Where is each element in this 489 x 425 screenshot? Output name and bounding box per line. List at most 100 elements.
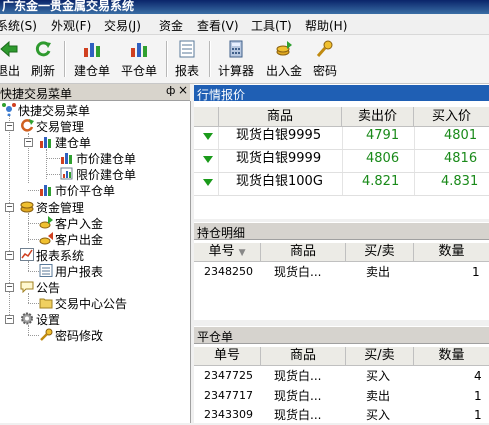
tree-line xyxy=(46,174,60,175)
tree-line xyxy=(28,190,39,191)
collapse-toggle[interactable]: − xyxy=(5,203,14,212)
collapse-toggle[interactable]: − xyxy=(24,138,33,147)
bar-chart-icon xyxy=(61,153,72,164)
column-divider xyxy=(414,127,415,195)
refresh-label: 刷新 xyxy=(30,64,55,78)
column-header-sell-price[interactable]: 卖出价 xyxy=(342,107,414,127)
report-button[interactable]: 报表 xyxy=(172,38,202,80)
tree-line xyxy=(28,335,39,336)
column-header-product[interactable]: 商品 xyxy=(261,243,346,262)
tree-line xyxy=(28,239,39,240)
key-icon xyxy=(40,328,53,341)
quick-menu-panel-title: 快捷交易菜单 xyxy=(0,87,73,101)
bar-chart-icon xyxy=(40,185,51,196)
refresh-icon xyxy=(35,41,51,57)
chart-doc-icon xyxy=(60,167,73,180)
tree-line xyxy=(28,223,39,224)
quote-buy-price: 4801 xyxy=(444,128,478,143)
down-arrow-icon xyxy=(203,133,213,140)
toolbar-separator xyxy=(64,41,66,77)
closed-order-id: 2347717 xyxy=(204,389,253,402)
tree-line xyxy=(28,293,29,303)
closed-quantity: 1 xyxy=(474,408,482,422)
coins-icon xyxy=(20,201,34,213)
row-divider xyxy=(194,195,489,196)
collapse-toggle[interactable]: − xyxy=(5,122,14,131)
closed-quantity: 4 xyxy=(474,369,482,383)
app-title: 广东金一贵金属交易系统 xyxy=(2,0,135,13)
quick-menu-panel-header: 快捷交易菜单 ф × xyxy=(0,83,190,101)
column-header-side[interactable]: 买/卖 xyxy=(346,347,414,366)
toolbar-separator xyxy=(166,41,168,77)
toolbar: 退出 刷新 建仓单 平仓单 报表 计算器 出入金 密码 xyxy=(0,35,489,84)
positions-panel-header: 持仓明细 xyxy=(194,222,489,240)
menu-help[interactable]: 帮助(H) xyxy=(305,17,347,34)
closed-order-id: 2343309 xyxy=(204,408,253,421)
tree-line xyxy=(46,158,60,159)
menu-view[interactable]: 查看(V) xyxy=(197,17,239,34)
report-label: 报表 xyxy=(174,64,199,78)
toolbar-separator xyxy=(209,41,211,77)
collapse-toggle[interactable]: − xyxy=(5,283,14,292)
closed-quantity: 1 xyxy=(474,389,482,403)
title-bar: 广东金一贵金属交易系统 xyxy=(0,0,489,14)
column-divider xyxy=(342,127,343,195)
column-header-quantity[interactable]: 数量 xyxy=(414,347,489,366)
column-header-quantity[interactable]: 数量 xyxy=(414,243,489,262)
report-icon xyxy=(179,40,195,58)
column-header-product[interactable]: 商品 xyxy=(261,347,346,366)
pin-icon[interactable]: ф xyxy=(166,84,175,97)
open-order-button[interactable]: 建仓单 xyxy=(72,38,112,80)
open-order-label: 建仓单 xyxy=(73,64,110,78)
quote-product-name: 现货白银100G xyxy=(236,174,323,189)
closed-product: 现货白... xyxy=(274,389,322,403)
closed-product: 现货白... xyxy=(274,408,322,422)
menu-tools[interactable]: 工具(T) xyxy=(251,17,292,34)
position-product: 现货白... xyxy=(274,265,322,279)
menu-appearance[interactable]: 外观(F) xyxy=(51,17,91,34)
quote-buy-price: 4.831 xyxy=(441,174,479,189)
column-header-product[interactable]: 商品 xyxy=(219,107,342,127)
speech-bubble-icon xyxy=(20,281,34,293)
gear-icon xyxy=(21,312,33,325)
column-header-side[interactable]: 买/卖 xyxy=(346,243,414,262)
close-order-button[interactable]: 平仓单 xyxy=(119,38,159,80)
column-divider xyxy=(218,127,219,195)
position-order-id: 2348250 xyxy=(204,265,253,278)
refresh-button[interactable]: 刷新 xyxy=(29,38,57,80)
closed-side: 卖出 xyxy=(366,389,391,403)
tree-line xyxy=(28,261,29,271)
quote-product-name: 现货白银9999 xyxy=(236,151,322,166)
menu-funds[interactable]: 资金 xyxy=(159,17,183,34)
calculator-button[interactable]: 计算器 xyxy=(215,38,257,80)
bar-chart-icon xyxy=(84,43,100,57)
column-header-buy-price[interactable]: 买入价 xyxy=(414,107,489,127)
closed-product: 现货白... xyxy=(274,369,322,383)
closed-order-id: 2347725 xyxy=(204,369,253,382)
menu-system[interactable]: 系统(S) xyxy=(0,17,37,34)
password-button[interactable]: 密码 xyxy=(311,38,339,80)
quote-sell-price: 4806 xyxy=(366,151,400,166)
password-label: 密码 xyxy=(312,64,337,78)
down-arrow-icon xyxy=(203,156,213,163)
sort-arrow-icon: ▼ xyxy=(238,248,246,258)
exit-button[interactable]: 退出 xyxy=(0,38,22,80)
key-icon xyxy=(316,40,333,57)
closed-orders-table: 单号 商品 买/卖 数量 2347725 现货白... 买入 4 2347717… xyxy=(194,344,489,423)
closed-side: 买入 xyxy=(366,408,391,422)
coins-icon xyxy=(39,216,53,229)
quote-sell-price: 4791 xyxy=(366,128,400,143)
closed-orders-panel-title: 平仓单 xyxy=(197,330,234,344)
collapse-toggle[interactable]: − xyxy=(5,315,14,324)
bar-chart-icon xyxy=(40,137,51,148)
close-panel-button[interactable]: × xyxy=(178,83,188,97)
coins-icon xyxy=(276,41,292,56)
calculator-label: 计算器 xyxy=(217,64,254,78)
deposit-button[interactable]: 出入金 xyxy=(264,38,304,80)
column-header-order-id[interactable]: 单号 xyxy=(194,347,261,366)
quote-buy-price: 4816 xyxy=(444,151,478,166)
menu-bar: 系统(S) 外观(F) 交易(J) 资金 查看(V) 工具(T) 帮助(H) xyxy=(0,14,489,35)
collapse-toggle[interactable]: − xyxy=(5,251,14,260)
column-header-order-id[interactable]: 单号 ▼ xyxy=(194,243,261,262)
menu-trade[interactable]: 交易(J) xyxy=(104,17,141,34)
